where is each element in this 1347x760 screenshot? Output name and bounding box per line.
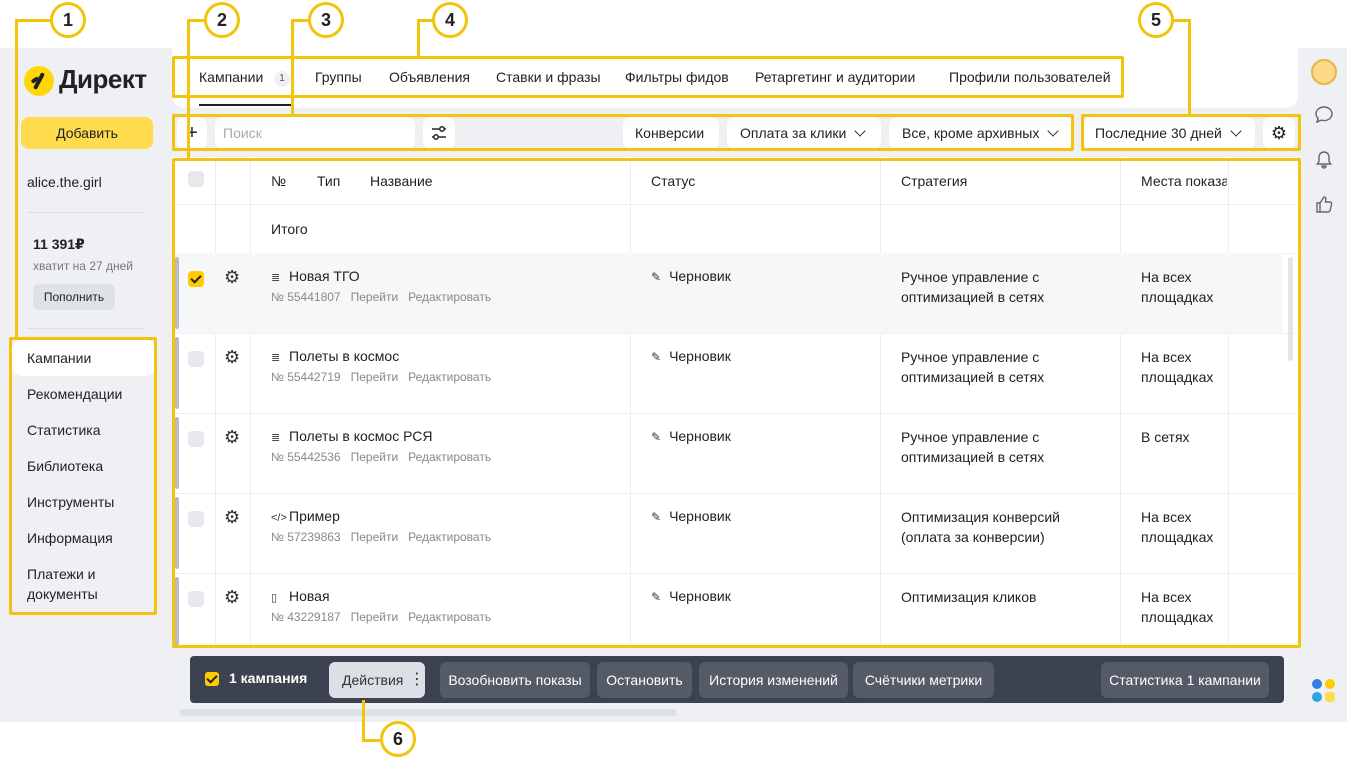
selection-action-bar: 1 кампания Действия ⋮ Возобновить показы … [190, 656, 1284, 703]
annotation-box-4 [172, 56, 1124, 98]
balance-amount: 11 391₽ [33, 236, 85, 252]
annotation-marker-4: 4 [432, 2, 468, 38]
annotation-marker-1: 1 [50, 2, 86, 38]
annotation-box-2 [172, 158, 1301, 648]
leader-line [362, 700, 365, 741]
brand-name[interactable]: Директ [59, 64, 147, 95]
leader-line [15, 19, 18, 339]
active-tab-underline [199, 104, 291, 106]
annotation-marker-5: 5 [1138, 2, 1174, 38]
service-dot [1325, 692, 1335, 702]
leader-line [1188, 19, 1191, 116]
chat-icon[interactable] [1313, 104, 1335, 126]
divider [27, 212, 144, 213]
actions-label: Действия [342, 672, 404, 688]
change-history-button[interactable]: История изменений [699, 662, 848, 698]
leader-line [417, 19, 420, 58]
thumbs-up-icon[interactable] [1313, 193, 1335, 215]
username[interactable]: alice.the.girl [27, 174, 102, 190]
avatar[interactable] [1311, 59, 1337, 85]
leader-line [15, 19, 52, 22]
more-vertical-icon: ⋮ [409, 671, 425, 688]
annotation-box-5 [1081, 114, 1301, 151]
stop-button[interactable]: Остановить [597, 662, 692, 698]
annotation-marker-6: 6 [380, 721, 416, 757]
selected-count: 1 кампания [229, 670, 308, 686]
actions-menu-button[interactable]: Действия ⋮ [329, 662, 425, 698]
annotation-marker-2: 2 [204, 2, 240, 38]
add-button[interactable]: Добавить [21, 117, 153, 149]
annotation-box-3 [172, 114, 1074, 151]
leader-line [291, 19, 294, 116]
divider [27, 328, 144, 329]
campaign-stats-button[interactable]: Статистика 1 кампании [1101, 662, 1269, 698]
table-horizontal-scrollbar[interactable] [180, 709, 677, 716]
annotation-box-1 [9, 337, 157, 615]
topup-button[interactable]: Пополнить [33, 284, 115, 310]
metrika-counters-button[interactable]: Счётчики метрики [853, 662, 994, 698]
service-dot [1312, 679, 1322, 689]
bell-icon[interactable] [1313, 149, 1335, 171]
annotation-marker-3: 3 [308, 2, 344, 38]
services-grid-icon[interactable] [1311, 678, 1337, 704]
service-dot [1325, 679, 1335, 689]
leader-line [187, 19, 190, 160]
leader-line [362, 739, 382, 742]
direct-logo-icon[interactable] [24, 66, 54, 96]
service-dot [1312, 692, 1322, 702]
balance-note: хватит на 27 дней [33, 259, 134, 273]
selection-checkbox[interactable] [205, 672, 219, 686]
resume-button[interactable]: Возобновить показы [440, 662, 590, 698]
